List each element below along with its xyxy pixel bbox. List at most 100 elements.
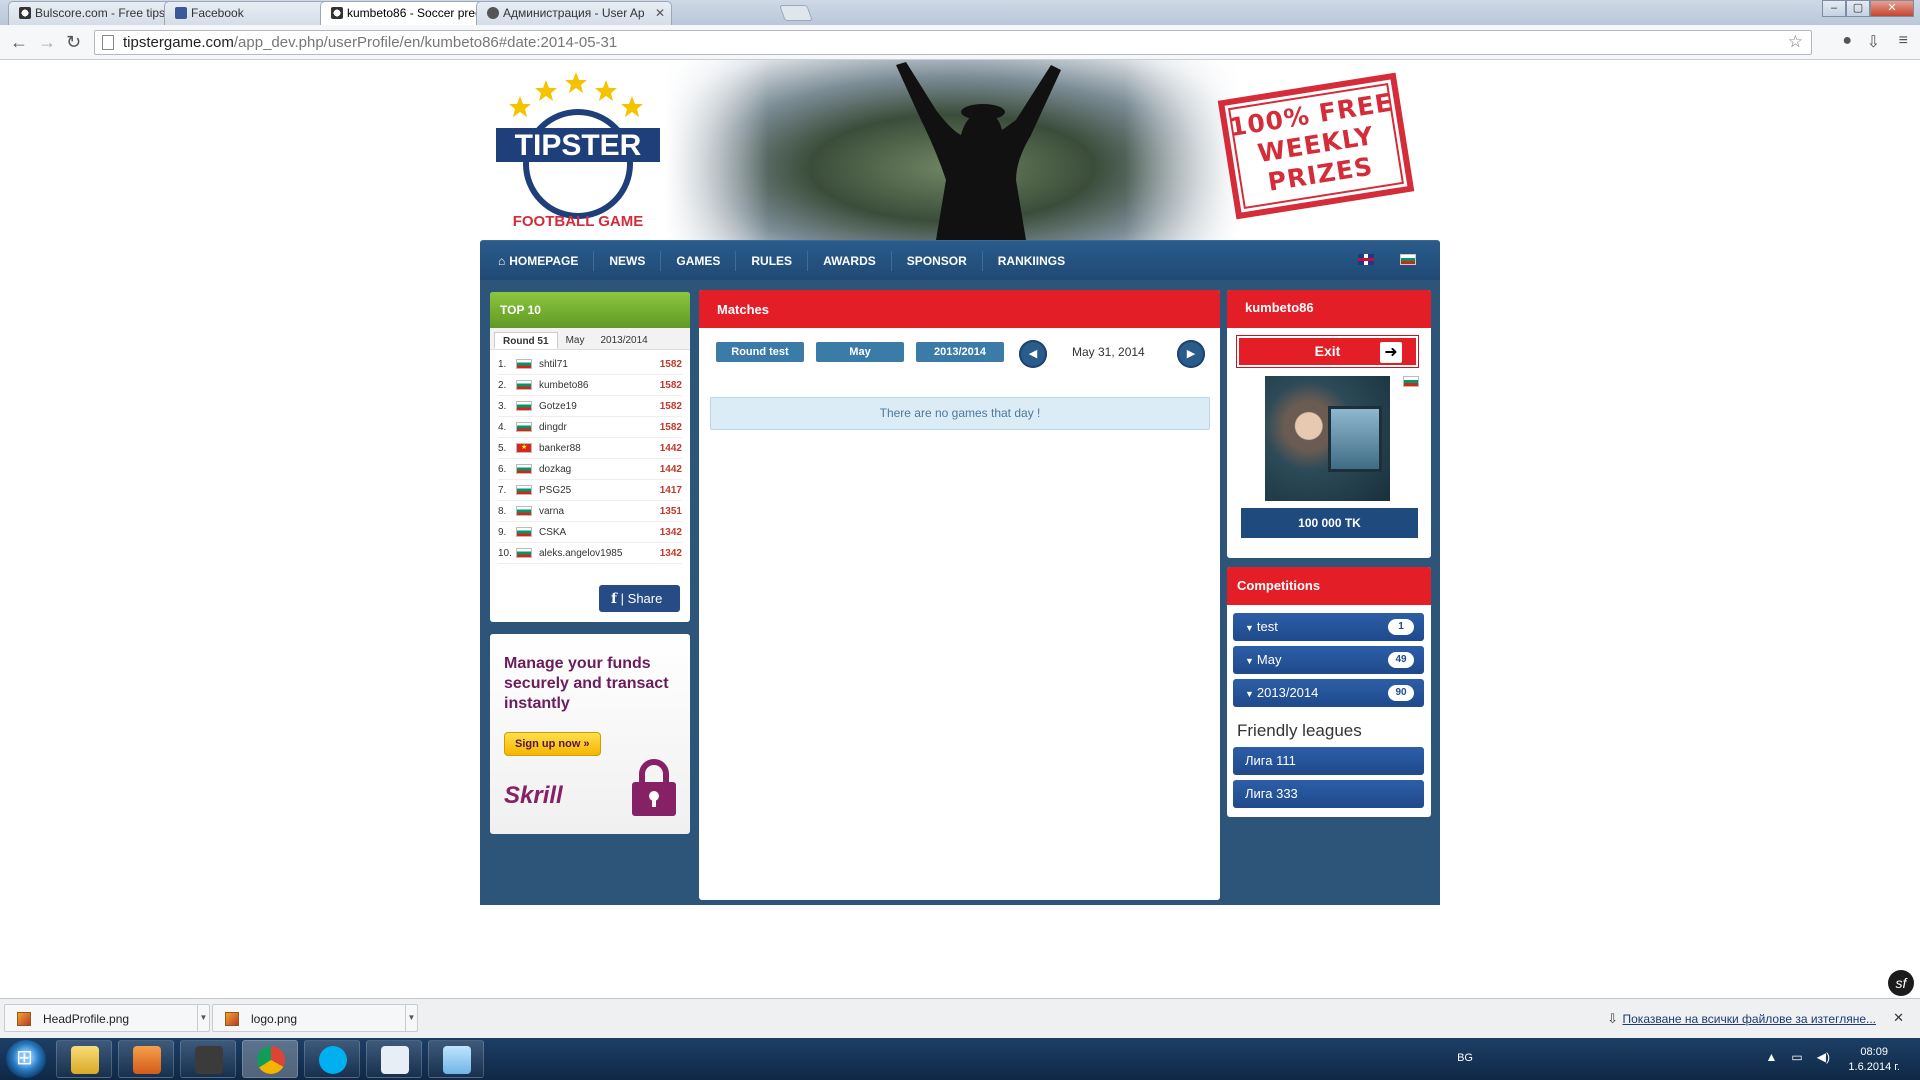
filter-month-button[interactable]: May xyxy=(816,342,904,362)
close-icon[interactable]: ✕ xyxy=(1893,1010,1904,1026)
ranking-row[interactable]: 10. aleks.angelov1985 1342 xyxy=(498,543,682,564)
download-icon[interactable]: ⇩ xyxy=(1867,32,1880,52)
top10-panel: TOP 10 Round 51 May 2013/2014 1. shtil71 1… xyxy=(490,292,690,622)
taskbar-skype[interactable] xyxy=(304,1040,360,1078)
taskbar-sublime[interactable] xyxy=(180,1040,236,1078)
fan-silhouette xyxy=(896,62,1061,240)
bulgaria-flag-icon xyxy=(516,464,532,474)
chevron-down-icon[interactable]: ▼ xyxy=(405,1005,417,1031)
avatar xyxy=(1265,376,1390,501)
volume-icon[interactable]: ◀) xyxy=(1817,1050,1830,1064)
notepad-icon xyxy=(443,1046,471,1074)
image-file-icon xyxy=(225,1012,239,1026)
taskbar-notepad[interactable] xyxy=(428,1040,484,1078)
logo-subtitle: FOOTBALL GAME xyxy=(513,213,644,230)
system-clock[interactable]: 08:09 1.6.2014 г. xyxy=(1848,1045,1900,1075)
nav-games[interactable]: GAMES xyxy=(660,250,735,271)
chevron-right-icon: ▶ xyxy=(1186,348,1196,360)
home-icon: ⌂ xyxy=(498,253,506,268)
address-bar[interactable]: tipstergame.com/app_dev.php/userProfile/… xyxy=(94,30,1812,55)
competitions-title: Competitions xyxy=(1227,567,1431,605)
tab-title: kumbeto86 - Soccer predic xyxy=(347,6,491,20)
bulgaria-flag-icon xyxy=(1403,376,1419,387)
tipster-logo[interactable]: TIPSTER FOOTBALL GAME xyxy=(496,66,671,236)
url-path: /app_dev.php/userProfile/en/kumbeto86#da… xyxy=(233,34,618,51)
new-tab-button[interactable] xyxy=(779,5,813,21)
start-button[interactable] xyxy=(6,1040,46,1078)
competition-item[interactable]: ▼ May 49 xyxy=(1233,646,1424,674)
symfony-toolbar-icon[interactable]: sf xyxy=(1888,970,1914,996)
reload-icon[interactable]: ↻ xyxy=(66,32,81,53)
chevron-down-icon[interactable]: ▼ xyxy=(197,1005,209,1031)
uk-flag-icon[interactable] xyxy=(1358,254,1374,265)
tab-round[interactable]: Round 51 xyxy=(494,332,558,349)
download-arrow-icon: ⇩ xyxy=(1607,1011,1618,1026)
league-item[interactable]: Лига 111 xyxy=(1233,747,1424,775)
taskbar-media-player[interactable] xyxy=(118,1040,174,1078)
facebook-icon xyxy=(175,7,187,19)
url-host: tipstergame.com xyxy=(123,34,234,51)
download-item[interactable]: HeadProfile.png ▼ xyxy=(4,1004,210,1032)
stamp-line-3: PRIZES xyxy=(1265,151,1376,197)
clock-time: 08:09 xyxy=(1860,1046,1888,1058)
profile-panel: kumbeto86 Exit ➜ 100 000 TK xyxy=(1227,290,1431,558)
header-banner: TIPSTER FOOTBALL GAME 100% FREE WEEKLY P… xyxy=(480,60,1440,240)
ranking-row[interactable]: 9. CSKA 1342 xyxy=(498,522,682,543)
facebook-share-button[interactable]: f | Share xyxy=(599,585,680,612)
maximize-icon[interactable]: ▢ xyxy=(1846,0,1870,17)
close-icon[interactable]: ✕ xyxy=(655,6,665,20)
soccer-ball-icon xyxy=(19,7,31,19)
close-window-icon[interactable]: ✕ xyxy=(1870,0,1914,17)
minimize-icon[interactable]: – xyxy=(1822,0,1846,17)
tab-season[interactable]: 2013/2014 xyxy=(592,332,655,349)
competition-item[interactable]: ▼ test 1 xyxy=(1233,613,1424,641)
show-hidden-icons-icon[interactable]: ▲ xyxy=(1766,1050,1778,1064)
bulgaria-flag-icon[interactable] xyxy=(1400,254,1416,265)
ranking-row[interactable]: 4. dingdr 1582 xyxy=(498,417,682,438)
exit-button[interactable]: Exit ➜ xyxy=(1237,336,1418,367)
nav-rules[interactable]: RULES xyxy=(735,250,807,271)
ranking-row[interactable]: 1. shtil71 1582 xyxy=(498,354,682,375)
count-badge: 90 xyxy=(1388,685,1414,701)
next-day-button[interactable]: ▶ xyxy=(1177,340,1205,368)
nav-news[interactable]: NEWS xyxy=(593,250,660,271)
back-arrow-icon[interactable]: ← xyxy=(10,32,28,53)
skrill-ad[interactable]: Manage your funds securely and transact … xyxy=(490,634,690,834)
matches-title: Matches xyxy=(699,290,1220,328)
ranking-row[interactable]: 5.banker881442 xyxy=(498,438,682,459)
ranking-row[interactable]: 3. Gotze19 1582 xyxy=(498,396,682,417)
sign-up-button[interactable]: Sign up now » xyxy=(504,732,601,756)
filter-round-button[interactable]: Round test xyxy=(716,342,804,362)
show-all-downloads-link[interactable]: Показване на всички файлове за изтегляне… xyxy=(1623,1012,1877,1026)
nav-rankings[interactable]: RANKIINGS xyxy=(981,250,1080,271)
tab-admin[interactable]: Администрация - User Ap ✕ xyxy=(476,1,672,25)
nav-sponsor[interactable]: SPONSOR xyxy=(890,250,982,271)
download-item[interactable]: logo.png ▼ xyxy=(212,1004,418,1032)
taskbar-document[interactable] xyxy=(366,1040,422,1078)
taskbar-explorer[interactable] xyxy=(56,1040,112,1078)
nav-awards[interactable]: AWARDS xyxy=(807,250,891,271)
main-content: TOP 10 Round 51 May 2013/2014 1. shtil71 1… xyxy=(480,280,1440,905)
network-icon[interactable]: ▭ xyxy=(1791,1050,1802,1064)
bookmark-star-icon[interactable]: ☆ xyxy=(1788,32,1803,52)
menu-icon[interactable]: ≡ xyxy=(1899,32,1908,50)
tab-month[interactable]: May xyxy=(558,332,593,349)
ranking-row[interactable]: 7. PSG25 1417 xyxy=(498,480,682,501)
ranking-row[interactable]: 6. dozkag 1442 xyxy=(498,459,682,480)
ranking-row[interactable]: 2. kumbeto86 1582 xyxy=(498,375,682,396)
filter-season-button[interactable]: 2013/2014 xyxy=(916,342,1004,362)
nav-homepage[interactable]: ⌂ HOMEPAGE xyxy=(498,251,593,271)
ranking-row[interactable]: 8. varna 1351 xyxy=(498,501,682,522)
competition-item[interactable]: ▼ 2013/2014 90 xyxy=(1233,679,1424,707)
taskbar-chrome[interactable] xyxy=(242,1040,298,1078)
league-item[interactable]: Лига 333 xyxy=(1233,780,1424,808)
friendly-leagues-title: Friendly leagues xyxy=(1237,721,1362,740)
bulgaria-flag-icon xyxy=(516,506,532,516)
caret-down-icon: ▼ xyxy=(1245,689,1254,699)
forward-arrow-icon[interactable]: → xyxy=(38,32,56,53)
language-indicator[interactable]: BG xyxy=(1457,1052,1473,1064)
previous-day-button[interactable]: ◀ xyxy=(1019,340,1047,368)
facebook-icon: f xyxy=(611,591,618,607)
vietnam-flag-icon xyxy=(516,443,532,453)
extension-icon[interactable]: ● xyxy=(1842,32,1852,50)
